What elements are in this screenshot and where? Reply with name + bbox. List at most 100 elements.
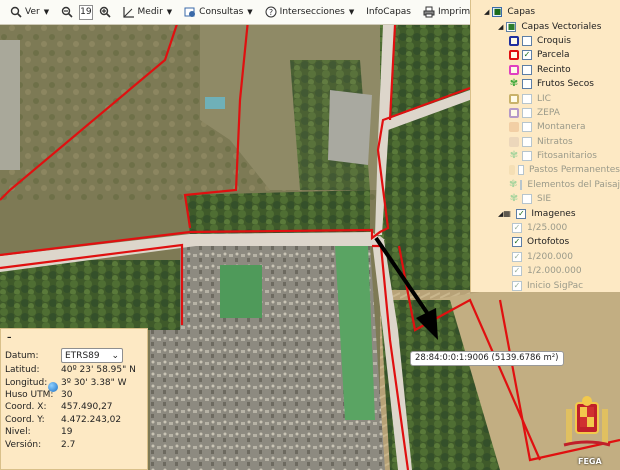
checkbox[interactable]: ■ xyxy=(492,7,503,18)
imagenes-group[interactable]: ◢ ▦ ✓ Imagenes xyxy=(483,206,620,220)
layer-label: Montanera xyxy=(537,122,586,133)
layer-item-fitosanitarios[interactable]: ✾ Fitosanitarios xyxy=(483,149,620,163)
infocapas-button[interactable]: InfoCapas xyxy=(360,0,417,25)
latitud-value: 40º 23' 58.95" N xyxy=(61,365,136,376)
svg-text:?: ? xyxy=(269,8,273,17)
version-value: 2.7 xyxy=(61,439,76,450)
checkbox[interactable] xyxy=(522,136,532,147)
layer-item-zepa[interactable]: ZEPA xyxy=(483,106,620,120)
checkbox[interactable] xyxy=(522,194,532,205)
coordinates-panel: – Datum: ETRS89 ⌄ Latitud: 40º 23' 58.95… xyxy=(0,328,148,470)
image-item-ortofotos[interactable]: ✓ Ortofotos xyxy=(483,235,620,249)
medir-menu[interactable]: Medir ▼ xyxy=(117,0,179,25)
layer-item-pastos-permanentes[interactable]: Pastos Permanentes xyxy=(483,163,620,177)
layer-label: Croquis xyxy=(537,35,571,46)
layer-label: Pastos Permanentes xyxy=(529,165,620,176)
parcel-popup: 28:84:0:0:1:9006 (5139.6786 m²) xyxy=(410,351,564,366)
checkbox[interactable]: ✓ xyxy=(512,266,522,277)
checkbox[interactable]: ■ xyxy=(506,21,517,32)
minimize-button[interactable]: – xyxy=(1,329,147,347)
checkbox[interactable]: ✓ xyxy=(516,208,527,219)
intersecciones-label: Intersecciones xyxy=(279,7,345,17)
layer-label: Parcela xyxy=(537,50,570,61)
layer-item-croquis[interactable]: Croquis xyxy=(483,34,620,48)
layer-swatch xyxy=(509,165,515,176)
layer-item-elementos-del-paisaje[interactable]: ✾ Elementos del Paisaje xyxy=(483,178,620,192)
flower-icon: ✾ xyxy=(509,150,519,162)
layers-panel: ◢ ■ Capas ◢ ■ Capas Vectoriales Croquis ✓… xyxy=(470,0,620,292)
checkbox[interactable] xyxy=(522,35,532,46)
coord-x-value: 457.490,27 xyxy=(61,402,113,413)
layer-item-frutos-secos[interactable]: ✾ Frutos Secos xyxy=(483,77,620,91)
checkbox[interactable] xyxy=(522,64,532,75)
datum-label: Datum: xyxy=(5,350,39,361)
checkbox[interactable] xyxy=(517,165,525,176)
image-item-1-2-000-000[interactable]: ✓ 1/2.000.000 xyxy=(483,264,620,278)
checkbox[interactable] xyxy=(522,151,532,162)
layers-root[interactable]: ◢ ■ Capas xyxy=(483,5,620,19)
layer-label: Nitratos xyxy=(537,136,573,147)
printer-icon xyxy=(423,6,435,18)
layer-label: Recinto xyxy=(537,64,571,75)
layer-label: Fitosanitarios xyxy=(537,151,597,162)
fega-label: FEGA xyxy=(578,457,602,466)
layer-item-montanera[interactable]: Montanera xyxy=(483,120,620,134)
datum-select[interactable]: ETRS89 ⌄ xyxy=(61,348,123,363)
zoom-out-icon xyxy=(61,6,73,18)
checkbox[interactable]: ✓ xyxy=(512,251,522,262)
checkbox[interactable] xyxy=(522,122,532,133)
map-toolbar: Ver ▼ 19 Medir ▼ Consultas ▼ ? Intersecc… xyxy=(0,0,476,25)
chart-icon: ▦ xyxy=(503,209,511,219)
checkbox[interactable]: ✓ xyxy=(512,237,522,248)
image-layer-label: 1/25.000 xyxy=(527,223,568,234)
vector-layers-group[interactable]: ◢ ■ Capas Vectoriales xyxy=(483,19,620,33)
intersecciones-menu[interactable]: ? Intersecciones ▼ xyxy=(259,0,361,25)
ver-menu[interactable]: Ver ▼ xyxy=(4,0,55,25)
zoom-in-icon xyxy=(99,6,111,18)
vector-group-label: Capas Vectoriales xyxy=(521,21,602,32)
checkbox[interactable]: ✓ xyxy=(522,50,532,61)
globe-icon xyxy=(48,382,58,392)
layer-swatch xyxy=(509,50,519,61)
image-layer-label: 1/2.000.000 xyxy=(527,266,582,277)
checkbox[interactable] xyxy=(522,93,532,104)
checkbox[interactable] xyxy=(522,107,532,118)
zoom-out-button[interactable] xyxy=(55,0,79,25)
magnifier-icon xyxy=(10,6,22,18)
checkbox[interactable] xyxy=(520,179,523,190)
caret-down-icon: ▼ xyxy=(348,8,355,16)
longitud-value: 3º 30' 3.38" W xyxy=(61,377,127,388)
checkbox[interactable] xyxy=(522,79,532,90)
flower-icon: ✾ xyxy=(509,193,519,205)
ruler-icon xyxy=(122,7,134,18)
coord-y-label: Coord. Y: xyxy=(5,414,45,425)
image-item-1-200-000[interactable]: ✓ 1/200.000 xyxy=(483,250,620,264)
zoom-in-button[interactable] xyxy=(93,0,117,25)
layer-swatch xyxy=(509,136,519,147)
layer-item-nitratos[interactable]: Nitratos xyxy=(483,135,620,149)
layer-swatch xyxy=(509,107,519,118)
layer-label: Elementos del Paisaje xyxy=(527,179,620,190)
caret-down-icon: ▼ xyxy=(166,8,173,16)
layer-item-lic[interactable]: LIC xyxy=(483,91,620,105)
nivel-label: Nivel: xyxy=(5,427,31,438)
image-item-inicio-sigpac[interactable]: ✓ Inicio SigPac xyxy=(483,278,620,292)
checkbox[interactable]: ✓ xyxy=(512,223,522,234)
layer-item-parcela[interactable]: ✓ Parcela xyxy=(483,48,620,62)
chevron-down-icon: ⌄ xyxy=(111,350,119,361)
version-label: Versión: xyxy=(5,439,42,450)
layer-swatch xyxy=(509,64,519,75)
image-layer-label: Inicio SigPac xyxy=(527,280,584,291)
zoom-level-input[interactable]: 19 xyxy=(79,4,93,20)
layer-label: SIE xyxy=(537,194,552,205)
nivel-value: 19 xyxy=(61,427,73,438)
imagenes-label: Imagenes xyxy=(531,208,576,219)
layer-swatch xyxy=(509,122,519,133)
layer-item-recinto[interactable]: Recinto xyxy=(483,63,620,77)
checkbox[interactable]: ✓ xyxy=(512,280,522,291)
layer-item-sie[interactable]: ✾ SIE xyxy=(483,192,620,206)
latitud-label: Latitud: xyxy=(5,365,40,376)
consultas-menu[interactable]: Consultas ▼ xyxy=(178,0,259,25)
image-item-1-25-000[interactable]: ✓ 1/25.000 xyxy=(483,221,620,235)
flower-icon: ✾ xyxy=(509,78,519,90)
